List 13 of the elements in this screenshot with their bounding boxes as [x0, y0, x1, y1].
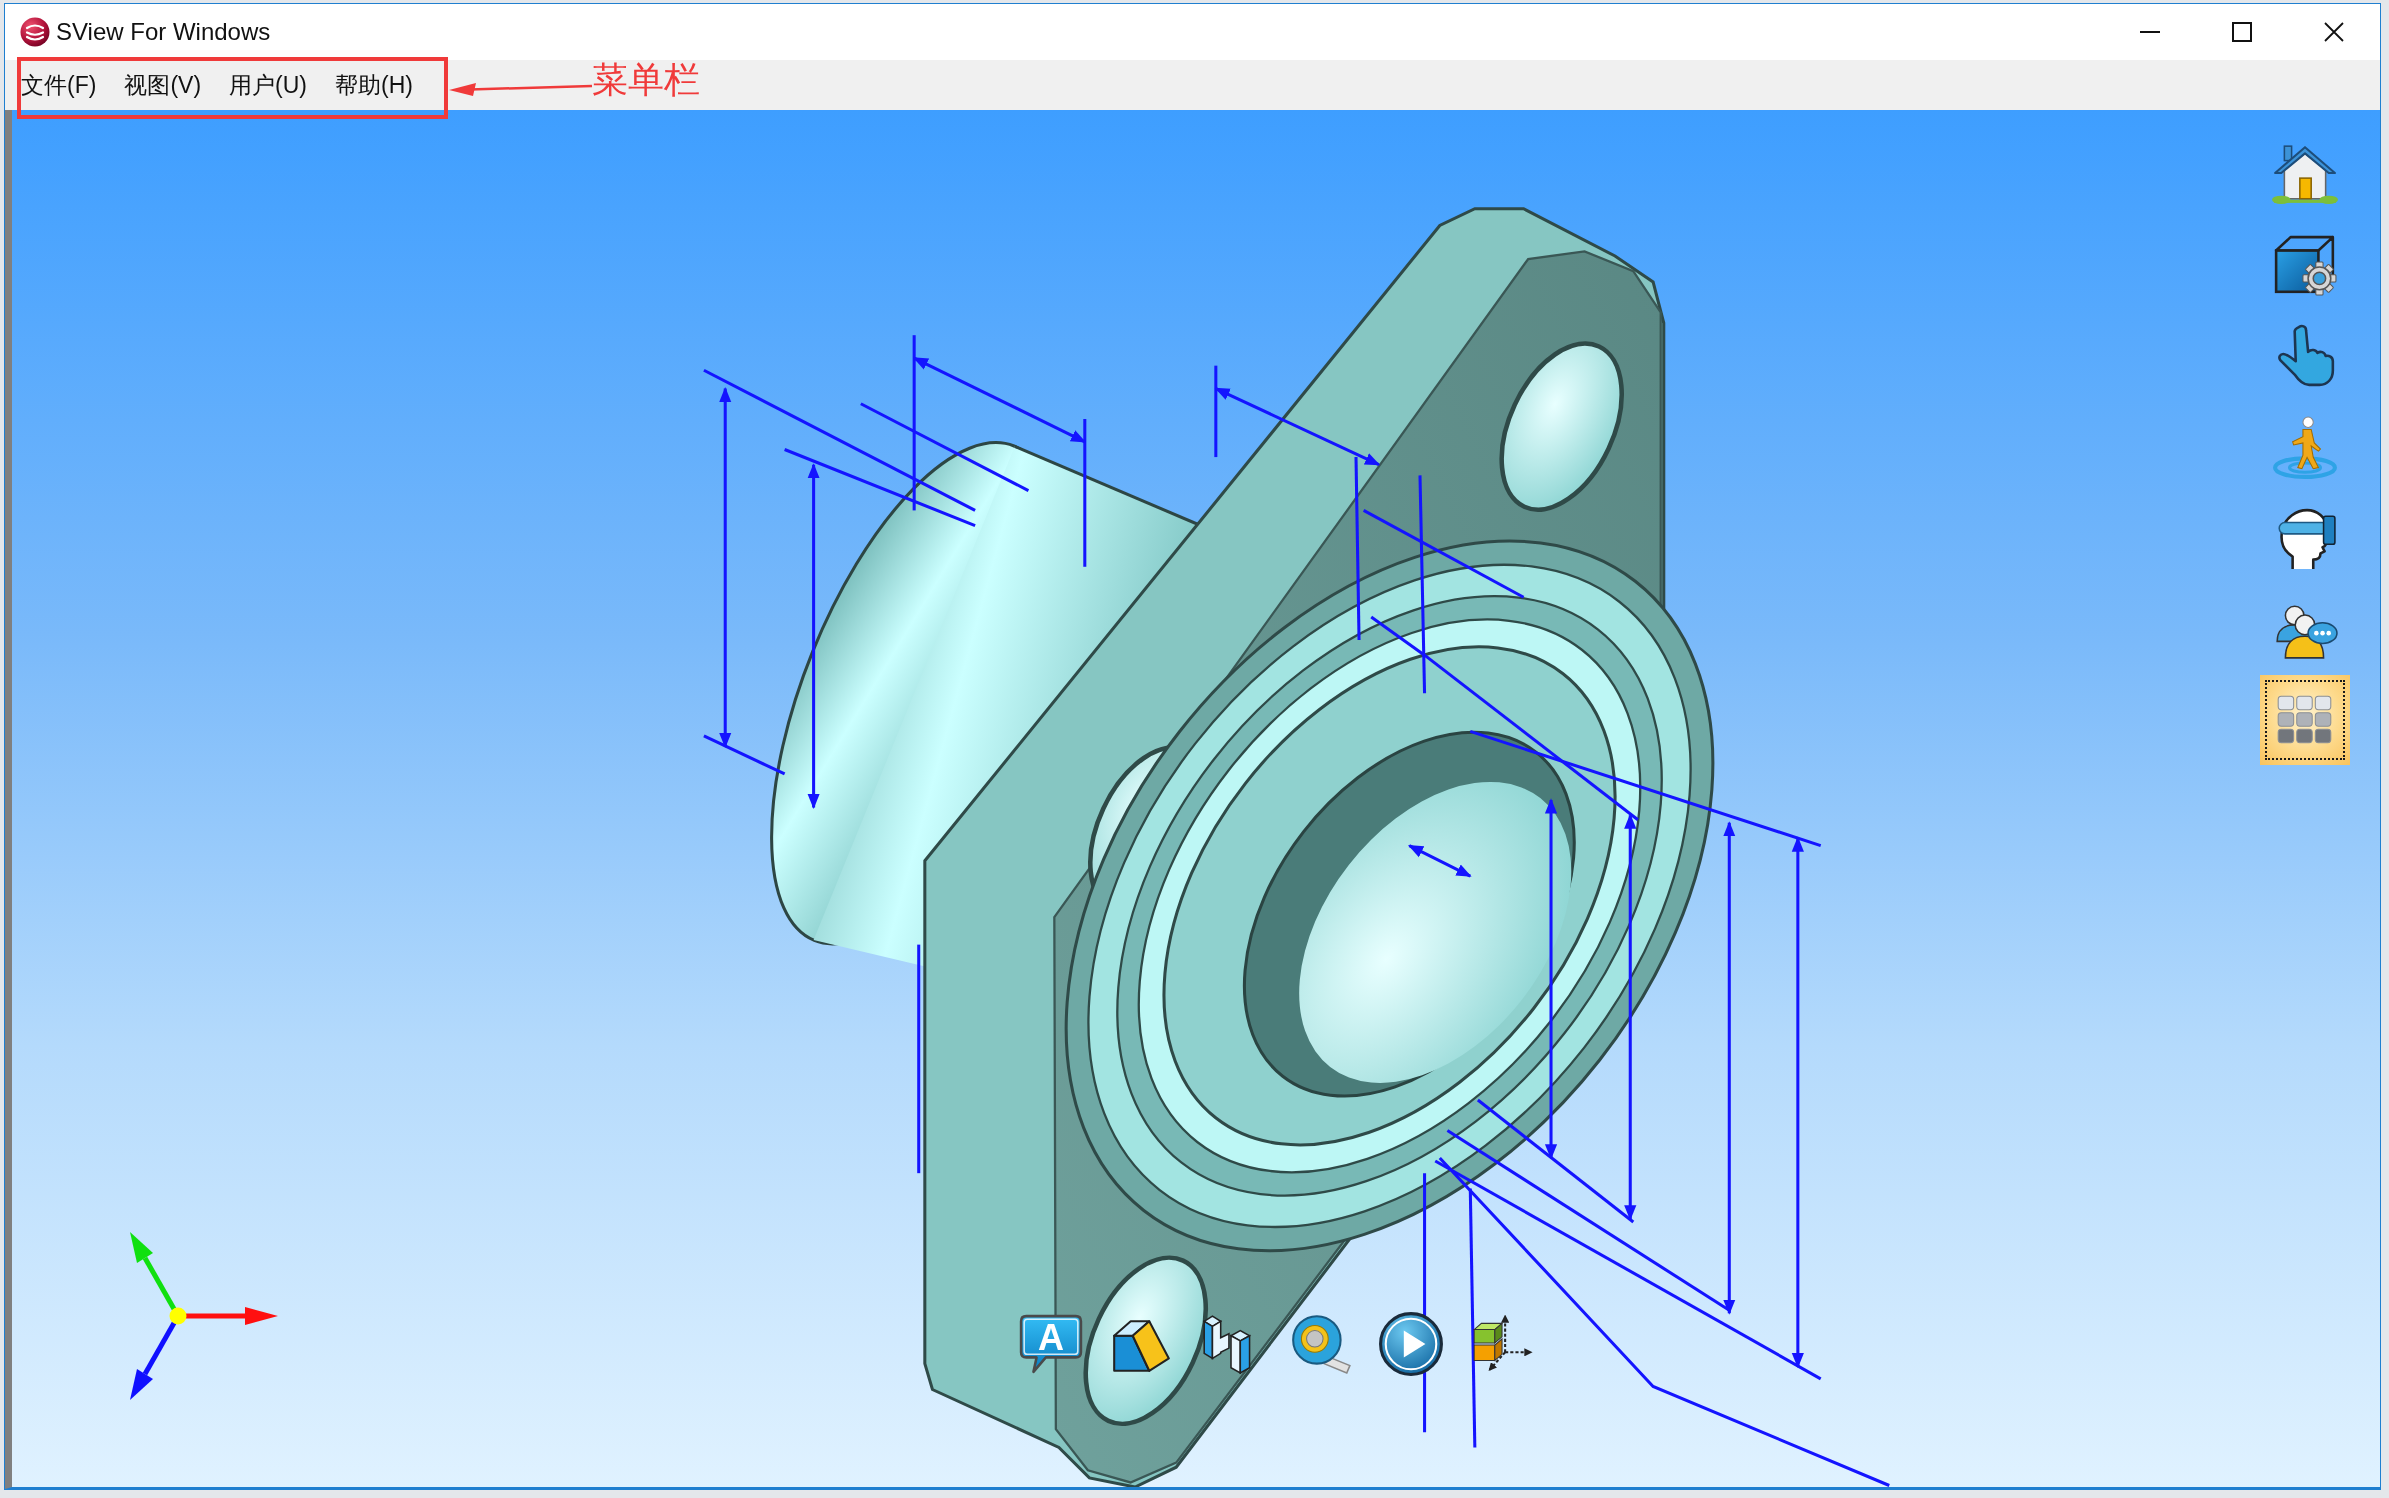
menu-item[interactable]: 帮助(H) [321, 65, 427, 105]
close-icon [2324, 22, 2344, 42]
play-icon [1378, 1311, 1444, 1377]
walking-person-icon [2272, 414, 2338, 480]
menu-item[interactable]: 文件(F) [7, 65, 111, 105]
app-logo-icon [20, 17, 50, 47]
menu-item[interactable]: 用户(U) [215, 65, 321, 105]
window-title: SView For Windows [56, 18, 272, 46]
minimize-icon [2140, 31, 2160, 33]
menu-item[interactable]: 视图(V) [110, 65, 216, 105]
toolbar-button[interactable] [2260, 675, 2350, 765]
callout-label: 菜单栏 [592, 59, 700, 102]
maximize-icon [2232, 22, 2252, 42]
